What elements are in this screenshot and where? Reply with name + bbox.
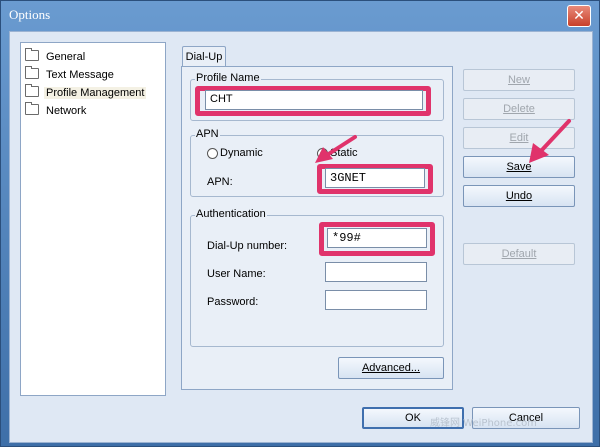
tree-item-label: Text Message — [46, 69, 114, 81]
profile-name-group: Profile Name CHT — [190, 72, 444, 121]
tree-item-label: Network — [46, 105, 87, 117]
new-label: New — [507, 74, 530, 86]
tree-item-network[interactable]: Network — [25, 102, 88, 119]
title-bar[interactable]: Options ✕ — [1, 1, 599, 31]
group-title: Profile Name — [195, 72, 261, 84]
tree-item-general[interactable]: General — [25, 48, 87, 65]
folder-icon — [25, 48, 39, 61]
category-tree: General Text Message Profile Management … — [20, 42, 166, 396]
arrow-save-icon — [529, 119, 571, 163]
tab-dial-up[interactable]: Dial-Up — [182, 46, 226, 67]
arrow-static-icon — [315, 135, 357, 163]
user-name-label: User Name: — [207, 268, 266, 280]
folder-icon — [25, 66, 39, 79]
tree-item-text-message[interactable]: Text Message — [25, 66, 116, 83]
apn-field[interactable]: 3GNET — [325, 168, 425, 188]
default-label: Default — [501, 248, 537, 260]
close-button[interactable]: ✕ — [567, 5, 591, 27]
tree-item-profile-management[interactable]: Profile Management — [25, 84, 147, 101]
watermark-text: 威锋网 WeiPhone.com — [430, 418, 537, 429]
folder-open-icon — [25, 84, 39, 97]
group-title: Authentication — [195, 208, 267, 220]
dialog-client-area: General Text Message Profile Management … — [9, 31, 593, 443]
authentication-group: Authentication Dial-Up number: *99# User… — [190, 208, 444, 347]
window-title: Options — [9, 7, 51, 22]
options-window: Options ✕ General Text Message Profile M… — [0, 0, 600, 447]
dial-up-panel: Profile Name CHT APN Dynamic Static APN:… — [181, 66, 453, 390]
user-name-field[interactable] — [325, 262, 427, 282]
password-field[interactable] — [325, 290, 427, 310]
tree-item-label: Profile Management — [44, 87, 147, 99]
apn-label: APN: — [207, 176, 233, 188]
dial-up-number-label: Dial-Up number: — [207, 240, 288, 252]
profile-name-field[interactable]: CHT — [205, 90, 423, 110]
dynamic-radio[interactable] — [207, 148, 218, 159]
advanced-label: Advanced... — [361, 362, 421, 374]
folder-icon — [25, 102, 39, 115]
default-button[interactable]: Default — [463, 243, 575, 265]
undo-label: Undo — [505, 190, 533, 202]
advanced-button[interactable]: Advanced... — [338, 357, 444, 379]
new-button[interactable]: New — [463, 69, 575, 91]
tree-item-label: General — [46, 51, 86, 63]
undo-button[interactable]: Undo — [463, 185, 575, 207]
password-label: Password: — [207, 296, 259, 308]
dial-up-number-field[interactable]: *99# — [327, 228, 427, 248]
group-title: APN — [195, 128, 220, 140]
dynamic-label: Dynamic — [220, 147, 263, 159]
